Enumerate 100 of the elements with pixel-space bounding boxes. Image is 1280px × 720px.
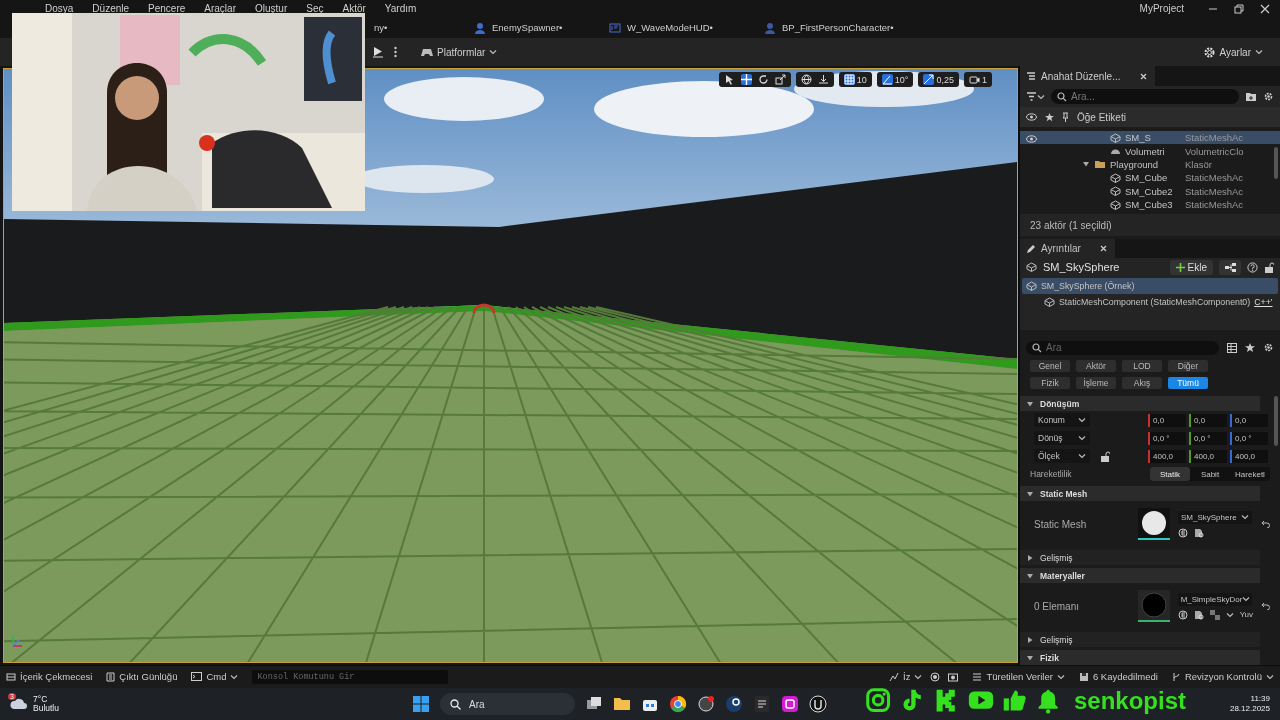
engine-icon[interactable]	[809, 695, 827, 713]
document-tab[interactable]: W_WaveModeHUD•	[601, 18, 756, 37]
section-header[interactable]: Dönüşüm	[1020, 396, 1260, 411]
outliner-row[interactable]: SM_S StaticMeshAc	[1020, 131, 1280, 145]
derived-data-dropdown[interactable]: Türetilen Veriler	[972, 671, 1065, 682]
settings-icon[interactable]	[1263, 91, 1274, 102]
unsaved-button[interactable]: 6 Kaydedilmedi	[1078, 671, 1158, 682]
asset-dropdown[interactable]: M_SimpleSkyDor	[1177, 592, 1252, 606]
cmd-dropdown[interactable]: Cmd	[191, 671, 239, 682]
add-button[interactable]: Ekle	[1169, 259, 1213, 275]
outliner-row[interactable]: Volumetri VolumetricClo	[1020, 144, 1280, 158]
move-tool-button[interactable]	[738, 74, 754, 85]
close-icon[interactable]	[1099, 245, 1107, 252]
number-field[interactable]: 400,0	[1230, 449, 1268, 463]
number-field[interactable]: 0,0	[1148, 413, 1186, 427]
trace-dropdown[interactable]: İz	[889, 671, 923, 682]
game-launcher-icon[interactable]	[725, 695, 743, 713]
number-field[interactable]: 0,0	[1230, 413, 1268, 427]
add-folder-icon[interactable]	[1245, 91, 1257, 102]
mobility-option[interactable]: Sabit	[1190, 467, 1230, 481]
document-tab[interactable]: ny•	[366, 18, 466, 37]
help-icon[interactable]	[1247, 261, 1258, 273]
app-icon[interactable]	[781, 695, 799, 713]
start-icon[interactable]	[412, 695, 430, 713]
number-field[interactable]: 0,0	[1189, 413, 1227, 427]
menu-item[interactable]: Seç	[306, 3, 324, 14]
filter-tab[interactable]: Diğer	[1168, 360, 1208, 372]
browse-icon[interactable]	[1177, 609, 1188, 620]
number-field[interactable]: 0,0 °	[1230, 431, 1268, 445]
star-icon[interactable]	[1245, 342, 1255, 353]
filter-tab[interactable]: İşleme	[1076, 377, 1116, 389]
revision-control-dropdown[interactable]: Revizyon Kontrolü	[1171, 671, 1274, 682]
record-icon[interactable]	[930, 671, 941, 682]
outliner-row[interactable]: SM_Cube StaticMeshAc	[1020, 171, 1280, 185]
asset-dropdown[interactable]: SM_SkySphere	[1178, 510, 1252, 524]
section-header[interactable]: Static Mesh	[1020, 486, 1260, 501]
screenshot-icon[interactable]	[948, 671, 959, 682]
code-link[interactable]: C++'	[1254, 297, 1273, 308]
filter-tab[interactable]: Genel	[1030, 360, 1070, 372]
scale-tool-button[interactable]	[772, 74, 788, 85]
output-log-button[interactable]: Çıktı Günlüğü	[106, 671, 178, 682]
browser-icon[interactable]	[669, 695, 687, 713]
record-app-icon[interactable]	[697, 695, 715, 713]
filter-tab[interactable]: Fizik	[1030, 377, 1070, 389]
close-icon[interactable]	[1139, 72, 1147, 80]
section-header[interactable]: Materyaller	[1020, 568, 1260, 583]
reset-icon[interactable]	[1261, 520, 1270, 528]
taskbar-search-field[interactable]: Ara	[440, 693, 575, 715]
section-header[interactable]: Gelişmiş	[1020, 550, 1260, 565]
outliner-row[interactable]: Playground Klasör	[1020, 157, 1280, 172]
filter-tab[interactable]: LOD	[1122, 360, 1162, 372]
menu-item[interactable]: Pencere	[148, 3, 186, 14]
component-row[interactable]: SM_SkySphere (Örnek)	[1022, 278, 1278, 295]
outliner-row[interactable]: SM_Cube2 StaticMeshAc	[1020, 184, 1280, 198]
section-header[interactable]: Fizik	[1020, 650, 1260, 665]
content-drawer-button[interactable]: İçerik Çekmecesi	[6, 671, 93, 682]
number-field[interactable]: 0,0 °	[1148, 431, 1186, 445]
component-row[interactable]: StaticMeshComponent (StaticMeshComponent0) C++'	[1022, 294, 1278, 311]
reset-icon[interactable]	[1261, 602, 1270, 610]
outliner-tab[interactable]: Anahat Düzenle...	[1020, 66, 1155, 86]
property-dropdown[interactable]: Konum	[1034, 413, 1090, 427]
find-asset-icon[interactable]	[1194, 527, 1204, 538]
table-icon[interactable]	[1227, 342, 1237, 353]
mobility-option[interactable]: Hareketl	[1230, 467, 1270, 481]
console-input-field[interactable]: Konsol Komutunu Gir	[252, 669, 449, 684]
filter-tab[interactable]: Akış	[1122, 377, 1162, 389]
lock-icon[interactable]	[1264, 261, 1274, 273]
close-icon[interactable]	[1260, 3, 1270, 14]
number-field[interactable]: 400,0	[1189, 449, 1227, 463]
checker-icon[interactable]	[1209, 609, 1220, 620]
platforms-button[interactable]: Platformlar	[416, 42, 503, 62]
document-tab[interactable]: BP_FirstPersonCharacter•	[756, 18, 902, 37]
menu-item[interactable]: Dosya	[45, 3, 74, 14]
filter-tab[interactable]: Aktör	[1076, 360, 1116, 372]
property-dropdown[interactable]: Dönüş	[1034, 431, 1090, 445]
menu-item[interactable]: Oluştur	[255, 3, 288, 14]
world-space-button[interactable]	[798, 74, 814, 85]
menu-item[interactable]: Aktör	[342, 3, 366, 14]
filter-button[interactable]	[1026, 92, 1045, 101]
browse-icon[interactable]	[1178, 527, 1188, 538]
unlocked-icon[interactable]	[1100, 450, 1110, 462]
document-tab[interactable]: EnemySpawner•	[466, 18, 601, 37]
menu-item[interactable]: Araçlar	[204, 3, 236, 14]
outliner-row[interactable]: SM_Cube3 StaticMeshAc	[1020, 197, 1280, 211]
menu-item[interactable]: Düzenle	[92, 3, 130, 14]
menu-item[interactable]: Yardım	[384, 3, 417, 14]
search-field[interactable]: Ara...	[1051, 89, 1239, 104]
details-tab[interactable]: Ayrıntılar	[1020, 239, 1115, 258]
filter-tab[interactable]: Tümü	[1168, 377, 1208, 389]
settings-button[interactable]: Ayarlar	[1197, 42, 1268, 62]
section-header[interactable]: Gelişmiş	[1020, 632, 1260, 647]
number-field[interactable]: 0,0 °	[1189, 431, 1227, 445]
restore-icon[interactable]	[1234, 3, 1244, 14]
blueprint-button[interactable]	[1219, 259, 1241, 275]
settings-icon[interactable]	[1263, 342, 1274, 354]
mobility-option[interactable]: Statik	[1150, 467, 1190, 481]
number-field[interactable]: 400,0	[1148, 449, 1186, 463]
folder-icon[interactable]	[613, 695, 631, 713]
find-asset-icon[interactable]	[1193, 609, 1204, 620]
property-dropdown[interactable]: Ölçek	[1034, 449, 1090, 463]
